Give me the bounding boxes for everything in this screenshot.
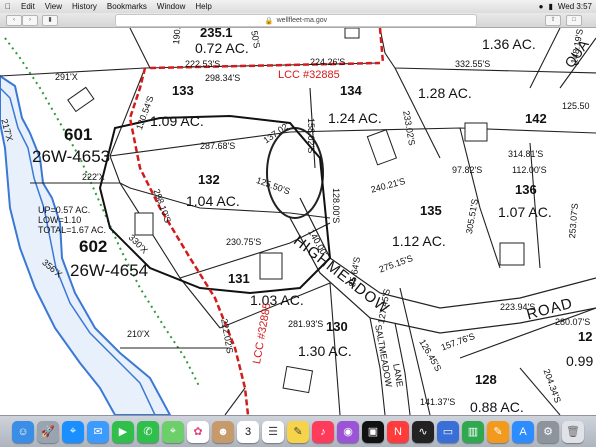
url-text: wellfleet-ma.gov bbox=[276, 17, 328, 24]
dim: 332.55'S bbox=[455, 59, 491, 69]
maps-icon[interactable]: ⌖ bbox=[162, 420, 184, 443]
messages-icon[interactable]: ✆ bbox=[137, 420, 159, 443]
lot-134: 134 bbox=[340, 83, 362, 98]
trash-icon[interactable]: 🗑 bbox=[562, 420, 584, 443]
area-low: LOW=1.10 bbox=[38, 215, 82, 225]
dim: 230.75'S bbox=[226, 237, 262, 247]
menu-view[interactable]: View bbox=[40, 2, 67, 11]
forward-button[interactable]: › bbox=[22, 15, 38, 26]
dim: 287.68'S bbox=[200, 141, 236, 151]
lot-12: 12 bbox=[578, 329, 593, 344]
acres-135: 1.12 AC. bbox=[392, 233, 446, 249]
acres-134: 1.24 AC. bbox=[328, 110, 382, 126]
dim: 281.93'S bbox=[288, 319, 324, 329]
acres-right-edge: 0.99 AC bbox=[566, 353, 596, 369]
lot-133: 133 bbox=[172, 83, 194, 98]
area-up: UP=0.57 AC. bbox=[38, 205, 91, 215]
sidebar-button[interactable]: ▮ bbox=[42, 15, 58, 26]
dim: 158.02'S bbox=[306, 118, 316, 154]
lot-135: 135 bbox=[420, 203, 442, 218]
menu-bar:  Edit View History Bookmarks Window Hel… bbox=[0, 0, 596, 14]
apple-menu-icon[interactable]:  bbox=[0, 2, 16, 11]
finder-icon[interactable]: ☺ bbox=[12, 420, 34, 443]
dim: 291'X bbox=[55, 72, 78, 82]
dim: 280.07'S bbox=[555, 317, 591, 327]
lot-128: 128 bbox=[475, 372, 497, 387]
podcasts-icon[interactable]: ◉ bbox=[337, 420, 359, 443]
lot-235-1: 235.1 bbox=[200, 28, 233, 40]
numbers-icon[interactable]: ▥ bbox=[462, 420, 484, 443]
dim: 314.81'S bbox=[508, 149, 544, 159]
lot-142: 142 bbox=[525, 111, 547, 126]
menu-history[interactable]: History bbox=[67, 2, 102, 11]
acres-132: 1.04 AC. bbox=[186, 193, 240, 209]
lot-136: 136 bbox=[515, 182, 537, 197]
share-button[interactable]: ⇧ bbox=[545, 15, 561, 26]
dock: ☺ 🚀 ⌖ ✉ ▶ ✆ ⌖ ✿ ☻ 3 ☰ ✎ ♪ ◉ ▣ N ∿ ▭ ▥ ✎ … bbox=[0, 415, 596, 447]
battery-icon[interactable]: ▮ bbox=[548, 2, 552, 11]
appstore-icon[interactable]: A bbox=[512, 420, 534, 443]
mail-icon[interactable]: ✉ bbox=[87, 420, 109, 443]
browser-toolbar: ‹ › ▮ 🔒 wellfleet-ma.gov ⇧ □ bbox=[0, 13, 596, 28]
parcel-map[interactable]: 235.1 0.72 AC. 133 1.09 AC. 134 1.24 AC.… bbox=[0, 28, 596, 415]
music-icon[interactable]: ♪ bbox=[312, 420, 334, 443]
wifi-icon[interactable]: ● bbox=[539, 2, 544, 11]
menu-window[interactable]: Window bbox=[152, 2, 190, 11]
acres-235-1: 0.72 AC. bbox=[195, 40, 249, 56]
area-total: TOTAL=1.67 AC. bbox=[38, 225, 106, 235]
acres-top-right: 1.36 AC. bbox=[482, 36, 536, 52]
clock[interactable]: Wed 3:57 bbox=[558, 2, 592, 11]
photos-icon[interactable]: ✿ bbox=[187, 420, 209, 443]
acres-131: 1.03 AC. bbox=[250, 292, 304, 308]
lock-icon: 🔒 bbox=[264, 17, 274, 25]
calendar-day: 3 bbox=[244, 425, 252, 438]
safari-icon[interactable]: ⌖ bbox=[62, 420, 84, 443]
menu-bookmarks[interactable]: Bookmarks bbox=[102, 2, 152, 11]
dim: 112.00'S bbox=[512, 165, 547, 175]
lcc-label-top: LCC #32885 bbox=[278, 69, 340, 81]
dim: 128.00'S bbox=[331, 188, 341, 224]
menu-help[interactable]: Help bbox=[190, 2, 216, 11]
dim: 224.26'S bbox=[310, 57, 346, 67]
acres-130: 1.30 AC. bbox=[298, 343, 352, 359]
pages-icon[interactable]: ✎ bbox=[487, 420, 509, 443]
dim: 141.37'S bbox=[420, 397, 456, 407]
menu-edit[interactable]: Edit bbox=[16, 2, 40, 11]
contacts-icon[interactable]: ☻ bbox=[212, 420, 234, 443]
dim: 50'S bbox=[249, 29, 263, 50]
settings-icon[interactable]: ⚙ bbox=[537, 420, 559, 443]
dim: 298.34'S bbox=[205, 73, 241, 83]
acres-133: 1.09 AC. bbox=[150, 113, 204, 129]
dim: 222'X bbox=[82, 172, 105, 182]
calendar-icon[interactable]: 3 bbox=[237, 420, 259, 443]
acres-136: 1.07 AC. bbox=[498, 204, 552, 220]
tabs-button[interactable]: □ bbox=[566, 15, 582, 26]
address-bar[interactable]: 🔒 wellfleet-ma.gov bbox=[115, 14, 477, 27]
lot-130: 130 bbox=[326, 319, 348, 334]
reminders-icon[interactable]: ☰ bbox=[262, 420, 284, 443]
parcel-601-id: 26W-4653 bbox=[32, 147, 111, 166]
news-icon[interactable]: N bbox=[387, 420, 409, 443]
stocks-icon[interactable]: ∿ bbox=[412, 420, 434, 443]
acres-142: 1.28 AC. bbox=[418, 85, 472, 101]
lot-132: 132 bbox=[198, 172, 220, 187]
launchpad-icon[interactable]: 🚀 bbox=[37, 420, 59, 443]
lcc-boundary-3 bbox=[378, 28, 385, 64]
tv-icon[interactable]: ▣ bbox=[362, 420, 384, 443]
back-button[interactable]: ‹ bbox=[6, 15, 22, 26]
parcel-602-id: 26W-4654 bbox=[70, 261, 149, 280]
lot-131: 131 bbox=[228, 271, 250, 286]
dim: 222.53'S bbox=[185, 59, 221, 69]
acres-128: 0.88 AC. bbox=[470, 399, 524, 415]
lot-602: 602 bbox=[79, 237, 108, 256]
keynote-icon[interactable]: ▭ bbox=[437, 420, 459, 443]
dim: 210'X bbox=[127, 329, 150, 339]
dim: 97.82'S bbox=[452, 165, 483, 175]
lot-601: 601 bbox=[64, 125, 93, 144]
notes-icon[interactable]: ✎ bbox=[287, 420, 309, 443]
dim: 125.50 bbox=[562, 101, 590, 111]
facetime-icon[interactable]: ▶ bbox=[112, 420, 134, 443]
dim: 223.94'S bbox=[500, 302, 536, 312]
